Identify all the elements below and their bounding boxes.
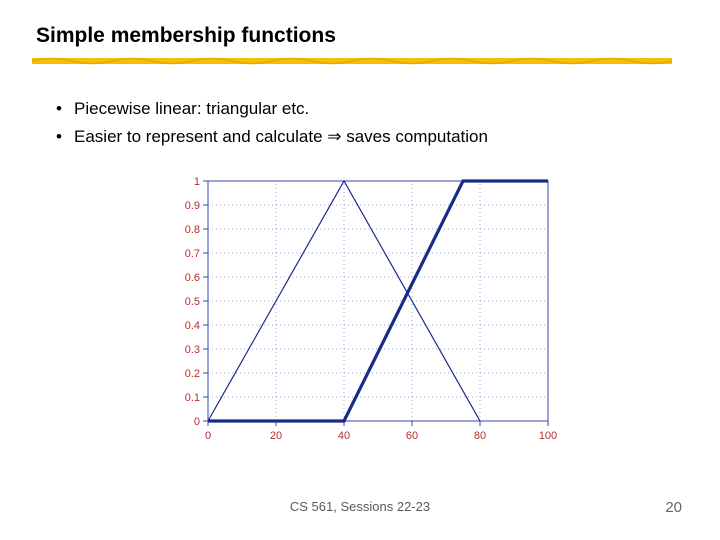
svg-text:0.6: 0.6 (185, 272, 200, 284)
slide-title: Simple membership functions (36, 24, 684, 54)
svg-text:0.9: 0.9 (185, 200, 200, 212)
membership-chart: 0 20 40 60 80 100 0 0.1 0.2 0.3 0.4 0.5 0.6 0.7 0.8 0.9… (160, 169, 560, 449)
svg-text:60: 60 (406, 430, 418, 442)
svg-text:0.8: 0.8 (185, 224, 200, 236)
title-underline (32, 54, 684, 68)
svg-text:40: 40 (338, 430, 350, 442)
svg-text:100: 100 (539, 430, 557, 442)
bullet-list: Piecewise linear: triangular etc. Easier… (0, 68, 720, 151)
svg-text:0: 0 (205, 430, 211, 442)
svg-text:80: 80 (474, 430, 486, 442)
svg-text:0.1: 0.1 (185, 392, 200, 404)
svg-text:0.5: 0.5 (185, 296, 200, 308)
svg-text:20: 20 (270, 430, 282, 442)
svg-text:0: 0 (194, 416, 200, 428)
svg-text:0.2: 0.2 (185, 368, 200, 380)
slide-footer: CS 561, Sessions 22-23 (0, 499, 720, 514)
svg-text:1: 1 (194, 176, 200, 188)
svg-text:0.7: 0.7 (185, 248, 200, 260)
svg-text:0.3: 0.3 (185, 344, 200, 356)
svg-text:0.4: 0.4 (185, 320, 200, 332)
bullet-item: Piecewise linear: triangular etc. (56, 96, 684, 122)
page-number: 20 (665, 499, 682, 516)
bullet-item: Easier to represent and calculate ⇒ save… (56, 124, 684, 150)
